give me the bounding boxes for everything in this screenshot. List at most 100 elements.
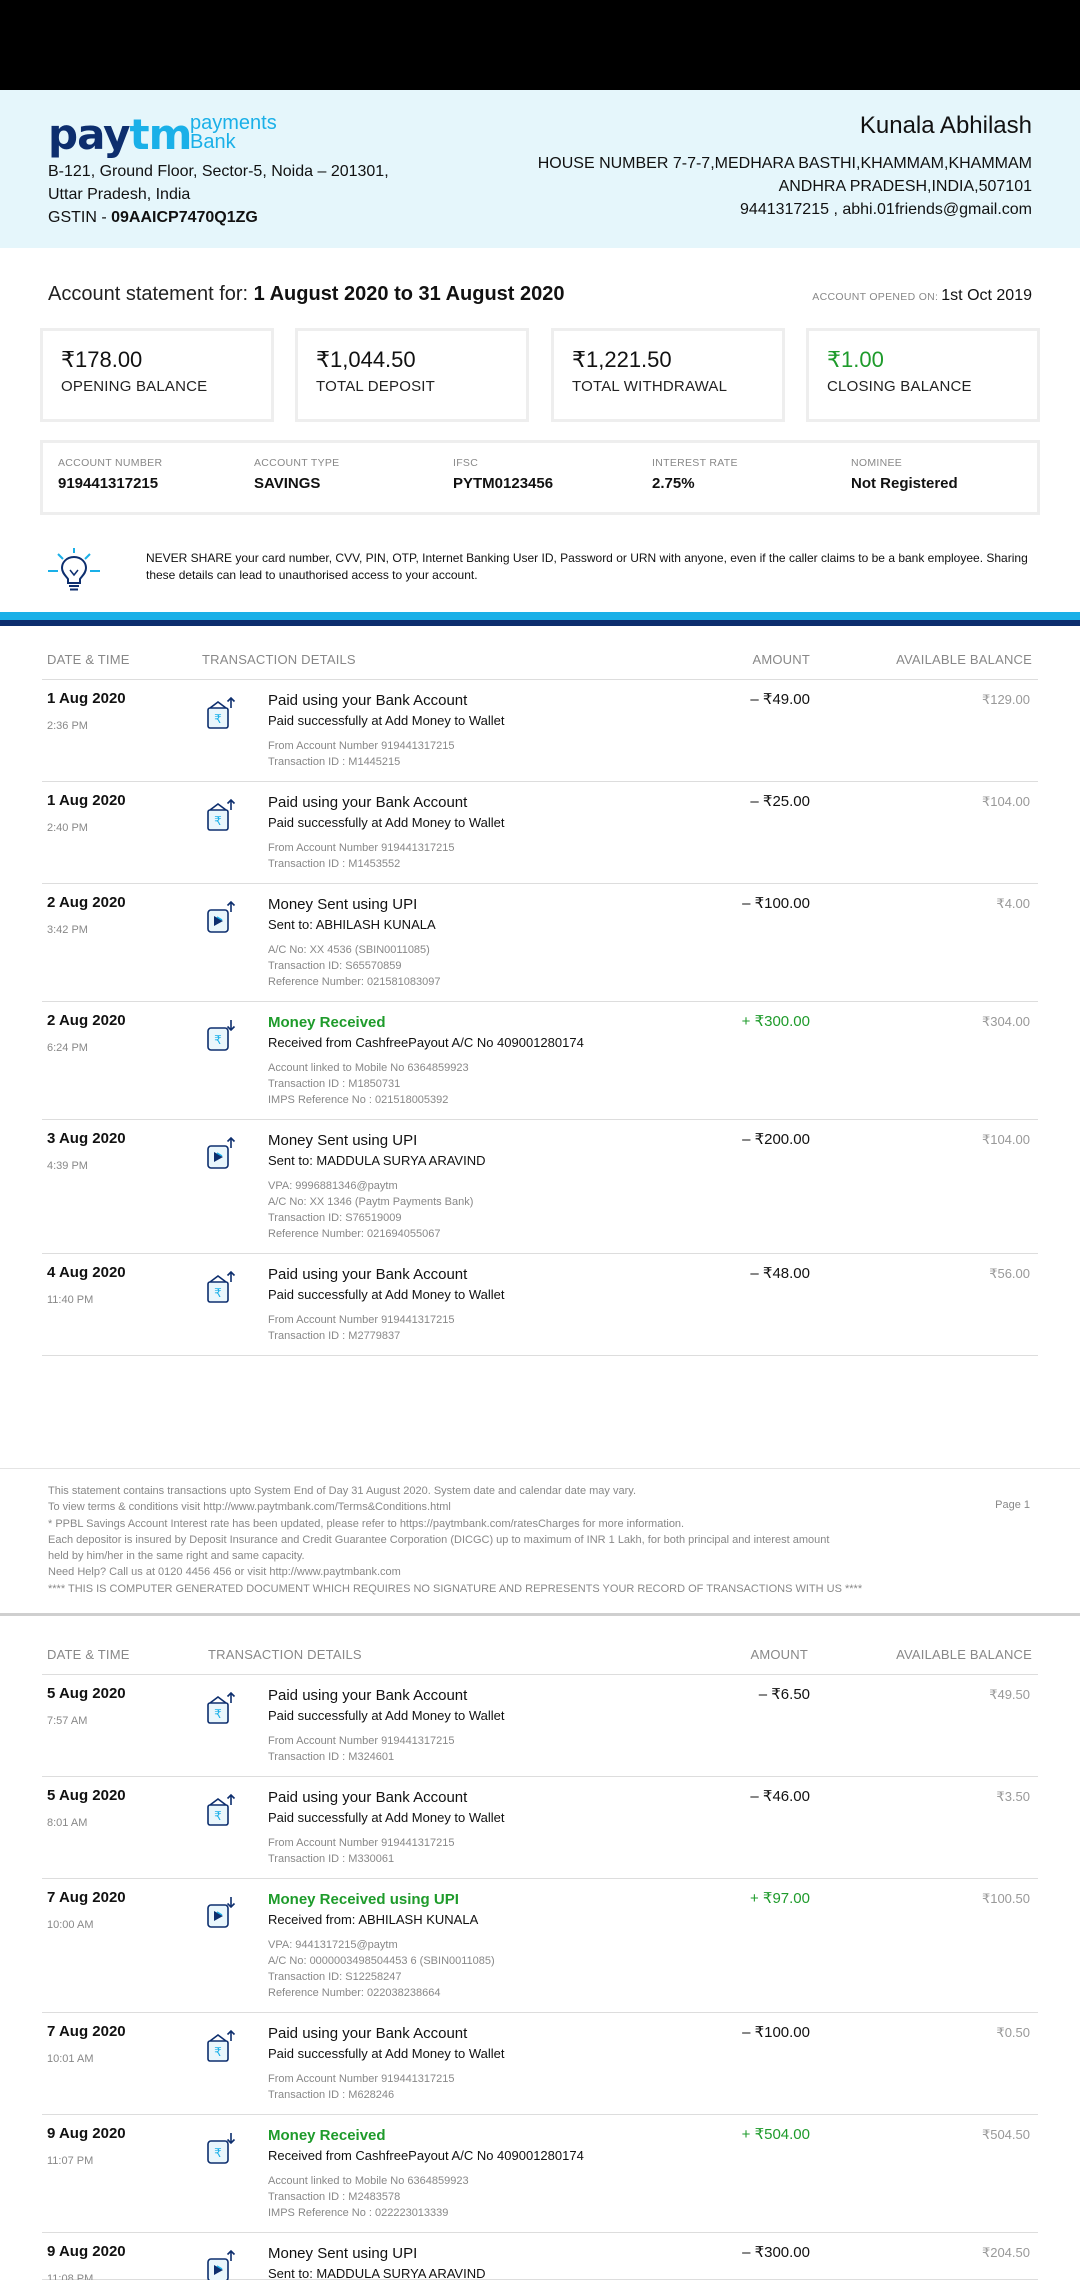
transaction-title: Money Received [268, 1014, 386, 1031]
transaction-time: 2:36 PM [47, 720, 88, 732]
transaction-meta-line: Transaction ID : M1453552 [268, 858, 401, 870]
footer-line: * PPBL Savings Account Interest rate has… [48, 1517, 685, 1530]
transaction-meta-line: Account linked to Mobile No 6364859923 [268, 2175, 469, 2187]
transaction-meta-line: Account linked to Mobile No 6364859923 [268, 1062, 469, 1074]
transaction-row: 9 Aug 2020 11:07 PM ₹ Money Received Receive… [42, 2115, 1038, 2233]
transaction-meta-line: Reference Number: 021694055067 [268, 1228, 441, 1240]
customer-details: Kunala Abhilash HOUSE NUMBER 7-7-7,MEDHA… [538, 110, 1032, 221]
transaction-date: 9 Aug 2020 [47, 2125, 126, 2142]
transaction-description: Sent to: MADDULA SURYA ARAVIND [268, 1153, 486, 1168]
customer-address-line2: ANDHRA PRADESH,INDIA,507101 [778, 178, 1032, 195]
transaction-amount: – ₹300.00 [742, 2244, 810, 2261]
transaction-description: Paid successfully at Add Money to Wallet [268, 1708, 505, 1723]
transaction-meta-line: Reference Number: 022038238664 [268, 1987, 441, 1999]
upi-send-icon [207, 1136, 236, 1169]
lightbulb-icon [48, 548, 100, 591]
available-balance: ₹4.00 [996, 896, 1030, 911]
closing-balance-card: ₹1.00 CLOSING BALANCE [806, 328, 1040, 422]
transaction-row: 3 Aug 2020 4:39 PM Money Sent using UPI Sen… [42, 1120, 1038, 1254]
transaction-title: Money Received [268, 2127, 386, 2144]
transaction-title: Paid using your Bank Account [268, 2025, 468, 2042]
transaction-meta-line: Transaction ID : M330061 [268, 1853, 395, 1865]
transaction-row: 2 Aug 2020 6:24 PM ₹ Money Received Received… [42, 1002, 1038, 1120]
transaction-meta: Account linked to Mobile No 6364859923 Tr… [268, 2173, 469, 2221]
available-balance: ₹49.50 [989, 1687, 1030, 1702]
transaction-time: 11:07 PM [47, 2155, 94, 2167]
transaction-meta-line: From Account Number 919441317215 [268, 740, 455, 752]
bank-account-icon: ₹ [207, 798, 236, 831]
transaction-title: Paid using your Bank Account [268, 1789, 468, 1806]
transaction-description: Paid successfully at Add Money to Wallet [268, 713, 505, 728]
transaction-title: Paid using your Bank Account [268, 1687, 468, 1704]
transaction-description: Paid successfully at Add Money to Wallet [268, 2046, 505, 2061]
transaction-meta-line: VPA: 9996881346@paytm [268, 1180, 398, 1192]
transaction-description: Received from CashfreePayout A/C No 4090… [268, 1035, 584, 1050]
transaction-meta-line: Transaction ID : M628246 [268, 2089, 395, 2101]
footer-line: Need Help? Call us at 0120 4456 456 or v… [48, 1566, 401, 1579]
money-received-icon: ₹ [207, 1020, 236, 1051]
footer-line: To view terms & conditions visit http://… [48, 1501, 451, 1514]
transaction-title: Paid using your Bank Account [268, 794, 468, 811]
upi-send-icon [207, 2249, 236, 2280]
transaction-time: 11:08 PM [47, 2273, 94, 2280]
transaction-meta-line: IMPS Reference No : 022223013339 [268, 2207, 449, 2219]
svg-text:₹: ₹ [214, 2045, 222, 2059]
transaction-meta: VPA: 9441317215@paytm A/C No: 00000034985… [268, 1937, 495, 2001]
bank-account-icon: ₹ [207, 1793, 236, 1826]
transaction-date: 2 Aug 2020 [47, 1012, 126, 1029]
transaction-row: 9 Aug 2020 11:08 PM Money Sent using UPI Se… [42, 2233, 1038, 2280]
transaction-amount: – ₹46.00 [750, 1788, 810, 1805]
transaction-description: Paid successfully at Add Money to Wallet [268, 815, 505, 830]
bank-account-icon: ₹ [207, 2029, 236, 2062]
transaction-amount: – ₹200.00 [742, 1131, 810, 1148]
available-balance: ₹204.50 [981, 2245, 1030, 2260]
table-header: DATE & TIME TRANSACTION DETAILS AMOUNT A… [42, 652, 1038, 680]
gstin-number: 09AAICP7470Q1ZG [111, 209, 258, 226]
transaction-row: 5 Aug 2020 7:57 AM ₹ Paid using your Bank A… [42, 1675, 1038, 1777]
transaction-meta: A/C No: XX 4536 (SBIN0011085) Transaction… [268, 942, 440, 990]
customer-name: Kunala Abhilash [859, 112, 1032, 139]
transaction-description: Sent to: ABHILASH KUNALA [268, 917, 436, 932]
transaction-description: Paid successfully at Add Money to Wallet [268, 1810, 505, 1825]
transaction-date: 4 Aug 2020 [47, 1264, 126, 1281]
transaction-meta: From Account Number 919441317215 Transact… [268, 1733, 455, 1765]
transaction-meta-line: Reference Number: 021581083097 [268, 976, 441, 988]
transaction-time: 4:39 PM [47, 1160, 88, 1172]
svg-text:₹: ₹ [214, 1707, 222, 1721]
transaction-date: 5 Aug 2020 [47, 1787, 126, 1804]
transaction-meta: VPA: 9996881346@paytm A/C No: XX 1346 (Pa… [268, 1178, 473, 1242]
nominee: NOMINEE Not Registered [851, 457, 958, 492]
transaction-row: 7 Aug 2020 10:00 AM Money Received using U… [42, 1879, 1038, 2013]
transaction-title: Money Sent using UPI [268, 1132, 418, 1149]
account-opened-date: ACCOUNT OPENED ON: 1st Oct 2019 [812, 287, 1032, 304]
footer-line: **** THIS IS COMPUTER GENERATED DOCUMENT… [48, 1582, 863, 1595]
interest-rate: INTEREST RATE 2.75% [652, 457, 738, 492]
transaction-meta-line: Transaction ID : M1850731 [268, 1078, 401, 1090]
transaction-amount: – ₹100.00 [742, 895, 810, 912]
transaction-amount: + ₹504.00 [741, 2126, 810, 2143]
transaction-meta: From Account Number 919441317215 Transact… [268, 2071, 455, 2103]
svg-text:₹: ₹ [214, 814, 222, 828]
divider-stripe-navy [0, 620, 1080, 626]
footer-line: held by him/her in the same right and sa… [48, 1550, 305, 1563]
available-balance: ₹304.00 [981, 1014, 1030, 1029]
available-balance: ₹504.50 [981, 2127, 1030, 2142]
transaction-date: 5 Aug 2020 [47, 1685, 126, 1702]
transaction-row: 1 Aug 2020 2:36 PM ₹ Paid using your Bank A… [42, 680, 1038, 782]
table-header: DATE & TIME TRANSACTION DETAILS AMOUNT A… [42, 1647, 1038, 1675]
transaction-meta-line: A/C No: XX 1346 (Paytm Payments Bank) [268, 1196, 474, 1208]
transaction-meta: From Account Number 919441317215 Transact… [268, 1835, 455, 1867]
transaction-date: 9 Aug 2020 [47, 2243, 126, 2260]
transaction-row: 1 Aug 2020 2:40 PM ₹ Paid using your Bank A… [42, 782, 1038, 884]
transaction-date: 2 Aug 2020 [47, 894, 126, 911]
transaction-description: Sent to: MADDULA SURYA ARAVIND [268, 2266, 486, 2280]
upi-send-icon [207, 900, 236, 933]
transaction-meta-line: A/C No: 0000003498504453 6 (SBIN0011085) [268, 1955, 495, 1967]
total-deposit-card: ₹1,044.50 TOTAL DEPOSIT [295, 328, 529, 422]
transaction-title: Money Sent using UPI [268, 2245, 418, 2262]
transaction-amount: – ₹6.50 [758, 1686, 810, 1703]
transaction-meta-line: From Account Number 919441317215 [268, 2073, 455, 2085]
transaction-amount: – ₹100.00 [742, 2024, 810, 2041]
transaction-row: 7 Aug 2020 10:01 AM ₹ Paid using your Bank … [42, 2013, 1038, 2115]
transaction-meta-line: Transaction ID : M2483578 [268, 2191, 401, 2203]
